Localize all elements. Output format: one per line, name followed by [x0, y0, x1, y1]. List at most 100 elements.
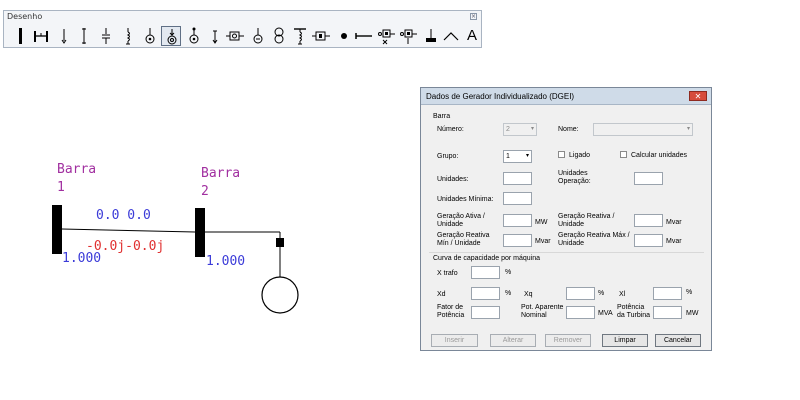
bus-bar-icon[interactable] — [11, 26, 31, 46]
xq-input[interactable] — [566, 287, 595, 300]
remover-button[interactable]: Remover — [545, 334, 591, 347]
toolbar-title: Desenho — [7, 12, 43, 21]
nome-label: Nome: — [558, 126, 579, 133]
fator-potencia-label-2: Potência — [437, 312, 465, 319]
synchronous-compensator-icon[interactable] — [248, 26, 268, 46]
unidades-operacao-label-1: Unidades — [558, 170, 588, 177]
reactor-icon[interactable] — [118, 26, 138, 46]
xl-unit: % — [686, 289, 693, 296]
generator-breaker[interactable] — [276, 238, 284, 247]
generator-symbol[interactable] — [261, 276, 299, 314]
potencia-turbina-input[interactable] — [653, 306, 682, 319]
geracao-reativa-min-input[interactable] — [503, 234, 532, 247]
unidades-input[interactable] — [503, 172, 532, 185]
bus-1-voltage: 1.000 — [62, 251, 102, 266]
cancelar-button[interactable]: Cancelar — [655, 334, 701, 347]
bus-2-name: Barra — [201, 166, 241, 181]
unidades-minima-label: Unidades Mínima: — [437, 196, 494, 203]
load-arrow-icon[interactable] — [54, 26, 74, 46]
geracao-reativa-input[interactable] — [634, 214, 663, 227]
transmission-line[interactable] — [61, 228, 196, 233]
geracao-reativa-max-label-2: Unidade — [558, 240, 585, 247]
unidades-label: Unidades: — [437, 176, 469, 183]
calcular-unidades-checkbox[interactable] — [620, 151, 627, 158]
section-barra-label: Barra — [433, 113, 451, 120]
potencia-turbina-unit: MW — [686, 310, 699, 317]
xq-label: Xq — [524, 291, 533, 298]
ground-icon[interactable] — [421, 26, 441, 46]
bus-2-number: 2 — [201, 184, 209, 199]
geracao-reativa-unit: Mvar — [666, 219, 682, 226]
two-winding-transformer-icon[interactable] — [269, 26, 289, 46]
geracao-reativa-max-label-1: Geração Reativa Máx / — [558, 232, 630, 239]
pot-aparente-label-1: Pot. Aparente — [521, 304, 564, 311]
xd-input[interactable] — [471, 287, 500, 300]
geracao-reativa-max-input[interactable] — [634, 234, 663, 247]
geracao-ativa-label-2: Unidade — [437, 221, 464, 228]
motor-icon[interactable] — [184, 26, 204, 46]
geracao-reativa-label-2: Unidade — [558, 221, 585, 228]
series-capacitor-icon[interactable] — [354, 26, 374, 46]
geracao-ativa-input[interactable] — [503, 214, 532, 227]
geracao-ativa-label-1: Geração Ativa / — [437, 213, 485, 220]
alterar-button[interactable]: Alterar — [490, 334, 536, 347]
node-icon[interactable] — [334, 26, 354, 46]
line-icon[interactable] — [31, 26, 51, 46]
limpar-button[interactable]: Limpar — [602, 334, 648, 347]
fator-potencia-input[interactable] — [471, 306, 500, 319]
geracao-reativa-label-1: Geração Reativa / — [558, 213, 615, 220]
potencia-turbina-label-2: da Turbina — [617, 312, 651, 319]
individual-generator-icon[interactable] — [161, 26, 181, 46]
bus-1-name: Barra — [57, 162, 97, 177]
numero-value: 2 — [506, 126, 510, 133]
geracao-ativa-unit: MW — [535, 219, 548, 226]
x-trafo-input[interactable] — [471, 266, 500, 279]
inserir-button[interactable]: Inserir — [431, 334, 478, 347]
ligado-checkbox[interactable] — [558, 151, 565, 158]
dgei-dialog: Dados de Gerador Individualizado (DGEI) … — [420, 87, 712, 351]
geracao-reativa-min-unit: Mvar — [535, 238, 551, 245]
section-divider — [429, 252, 704, 253]
bus-1-bar[interactable] — [52, 205, 62, 254]
grupo-label: Grupo: — [437, 153, 459, 160]
shunt-icon[interactable] — [74, 26, 94, 46]
nome-select[interactable]: ▾ — [593, 123, 693, 136]
text-icon[interactable]: A — [462, 26, 482, 46]
numero-select[interactable]: 2 ▾ — [503, 123, 537, 136]
chevron-down-icon: ▾ — [686, 126, 690, 132]
xl-label: Xl — [619, 291, 626, 298]
annotation-icon[interactable] — [441, 26, 461, 46]
xl-input[interactable] — [653, 287, 682, 300]
line-flow-from-value: 0.0 0.0 — [96, 208, 151, 223]
x-trafo-unit: % — [505, 269, 512, 276]
bus-1-number: 1 — [57, 180, 65, 195]
bus-2-bar[interactable] — [195, 208, 205, 257]
series-device-icon[interactable] — [311, 26, 331, 46]
fator-potencia-label-1: Fator de — [437, 304, 464, 311]
chevron-down-icon: ▾ — [525, 153, 529, 159]
dialog-titlebar[interactable]: Dados de Gerador Individualizado (DGEI) … — [421, 88, 711, 105]
x-trafo-label: X trafo — [437, 270, 458, 277]
pot-aparente-input[interactable] — [566, 306, 595, 319]
xq-unit: % — [598, 290, 605, 297]
generator-icon[interactable] — [140, 26, 160, 46]
potencia-turbina-label-1: Potência — [617, 304, 645, 311]
toolbar-close-button[interactable]: × — [470, 13, 477, 20]
converter-alt-icon[interactable] — [399, 26, 419, 46]
xd-unit: % — [505, 290, 512, 297]
arrow-load-icon[interactable] — [205, 26, 225, 46]
grupo-select[interactable]: 1 ▾ — [503, 150, 532, 163]
single-line-diagram: Barra 1 Barra 2 0.0 0.0 -0.0j-0.0j 1.000… — [0, 150, 420, 330]
capacitor-icon[interactable] — [96, 26, 116, 46]
unidades-operacao-label-2: Operação: — [558, 178, 591, 185]
dialog-close-button[interactable]: ✕ — [689, 91, 707, 101]
static-compensator-icon[interactable] — [225, 26, 245, 46]
pot-aparente-unit: MVA — [598, 310, 613, 317]
converter-icon[interactable] — [377, 26, 397, 46]
dialog-title: Dados de Gerador Individualizado (DGEI) — [426, 92, 575, 101]
unidades-operacao-input[interactable] — [634, 172, 663, 185]
drawing-toolbar: Desenho × A — [3, 10, 482, 48]
geracao-reativa-min-label-2: Mín / Unidade — [437, 240, 481, 247]
unidades-minima-input[interactable] — [503, 192, 532, 205]
three-winding-transformer-icon[interactable] — [290, 26, 310, 46]
